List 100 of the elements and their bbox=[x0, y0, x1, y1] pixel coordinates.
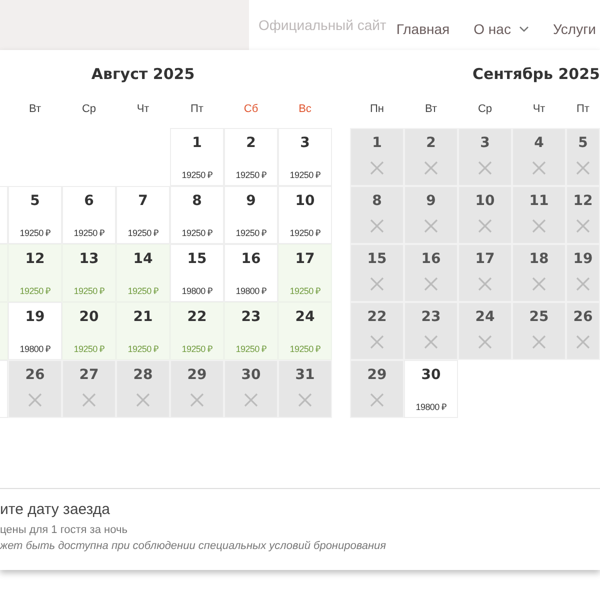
day-cell[interactable]: 15 19800 ₽ bbox=[170, 244, 224, 302]
day-number: 26 bbox=[25, 367, 45, 383]
day-number: 2 bbox=[426, 135, 436, 151]
cross-icon bbox=[478, 161, 492, 175]
day-number: 25 bbox=[529, 309, 549, 325]
day-number: 1 bbox=[192, 135, 202, 151]
day-cell[interactable]: 3 19250 ₽ bbox=[278, 128, 332, 186]
day-cell[interactable]: 30 19800 ₽ bbox=[404, 360, 458, 418]
day-price: 19250 ₽ bbox=[20, 227, 50, 239]
day-price: 19800 ₽ bbox=[182, 285, 212, 297]
day-cell[interactable]: 10 19250 ₽ bbox=[278, 186, 332, 244]
site-title: Официальный сайт bbox=[258, 17, 386, 33]
cross-icon bbox=[190, 393, 204, 407]
day-number: 22 bbox=[187, 309, 207, 325]
day-cell[interactable]: 7 19250 ₽ bbox=[116, 186, 170, 244]
cross-icon bbox=[478, 277, 492, 291]
day-number: 23 bbox=[241, 309, 261, 325]
cross-icon bbox=[576, 219, 590, 233]
day-number: 27 bbox=[79, 367, 99, 383]
cross-icon bbox=[576, 335, 590, 349]
weekday-label: Вт bbox=[424, 102, 438, 117]
day-number: 16 bbox=[421, 251, 441, 267]
day-cell[interactable]: 2 19250 ₽ bbox=[224, 128, 278, 186]
day-number: 8 bbox=[372, 193, 382, 209]
day-price: 19250 ₽ bbox=[128, 285, 158, 297]
day-number: 3 bbox=[480, 135, 490, 151]
cross-icon bbox=[136, 393, 150, 407]
day-price: 19250 ₽ bbox=[128, 227, 158, 239]
nav-link[interactable]: О нас bbox=[474, 21, 529, 37]
cross-icon bbox=[532, 161, 546, 175]
day-price: 19800 ₽ bbox=[416, 401, 446, 413]
day-cell[interactable]: 14 19250 ₽ bbox=[116, 244, 170, 302]
day-number: 16 bbox=[241, 251, 261, 267]
day-number: 1 bbox=[372, 135, 382, 151]
day-cell[interactable]: 17 19250 ₽ bbox=[278, 244, 332, 302]
day-price: 19250 ₽ bbox=[290, 169, 320, 181]
nav-link[interactable]: Услуги bbox=[552, 21, 596, 37]
day-cell[interactable]: 8 19250 ₽ bbox=[170, 186, 224, 244]
weekday-label: Ср bbox=[476, 102, 494, 117]
day-number: 9 bbox=[426, 193, 436, 209]
day-price: 19250 ₽ bbox=[74, 227, 104, 239]
day-number: 4 bbox=[534, 135, 544, 151]
cross-icon bbox=[28, 393, 42, 407]
day-number: 12 bbox=[573, 193, 593, 209]
day-cell[interactable]: 20 19250 ₽ bbox=[62, 302, 116, 360]
day-cell[interactable]: 9 19250 ₽ bbox=[224, 186, 278, 244]
day-cell[interactable]: 24 19250 ₽ bbox=[278, 302, 332, 360]
day-number: 15 bbox=[367, 251, 387, 267]
day-price: 19250 ₽ bbox=[74, 343, 104, 355]
nav-link[interactable]: Главная bbox=[396, 21, 450, 37]
day-number: 5 bbox=[578, 135, 588, 151]
day-price: 19250 ₽ bbox=[74, 285, 104, 297]
day-number: 22 bbox=[367, 309, 387, 325]
day-price: 19250 ₽ bbox=[290, 227, 320, 239]
day-price: 19250 ₽ bbox=[182, 169, 212, 181]
day-number: 3 bbox=[300, 135, 310, 151]
day-number: 17 bbox=[475, 251, 495, 267]
month-title: Август 2025 bbox=[90, 65, 196, 85]
cross-icon bbox=[424, 335, 438, 349]
month-title: Сентябрь 2025 bbox=[471, 65, 600, 85]
weekday-label: Вс bbox=[298, 102, 312, 117]
weekday-label: Чт bbox=[136, 102, 150, 117]
day-number: 24 bbox=[475, 309, 495, 325]
day-number: 17 bbox=[295, 251, 315, 267]
cross-icon bbox=[370, 277, 384, 291]
cross-icon bbox=[478, 335, 492, 349]
day-number: 11 bbox=[529, 193, 549, 209]
day-price: 19250 ₽ bbox=[236, 169, 266, 181]
day-cell[interactable]: 16 19800 ₽ bbox=[224, 244, 278, 302]
day-number: 28 bbox=[133, 367, 153, 383]
day-cell[interactable]: 6 19250 ₽ bbox=[62, 186, 116, 244]
day-number: 19 bbox=[573, 251, 593, 267]
cross-icon bbox=[370, 335, 384, 349]
day-cell[interactable]: 23 19250 ₽ bbox=[224, 302, 278, 360]
cross-icon bbox=[424, 219, 438, 233]
day-number: 7 bbox=[138, 193, 148, 209]
day-cell[interactable]: 5 19250 ₽ bbox=[8, 186, 62, 244]
cross-icon bbox=[532, 219, 546, 233]
day-number: 15 bbox=[187, 251, 207, 267]
day-price: 19250 ₽ bbox=[290, 343, 320, 355]
day-cell[interactable]: 12 19250 ₽ bbox=[8, 244, 62, 302]
day-price: 19250 ₽ bbox=[182, 227, 212, 239]
day-number: 29 bbox=[367, 367, 387, 383]
day-number: 30 bbox=[421, 367, 441, 383]
cross-icon bbox=[532, 335, 546, 349]
day-cell[interactable]: 1 19250 ₽ bbox=[170, 128, 224, 186]
day-number: 8 bbox=[192, 193, 202, 209]
day-cell[interactable]: 22 19250 ₽ bbox=[170, 302, 224, 360]
weekday-label: Пт bbox=[576, 102, 590, 117]
day-number: 21 bbox=[133, 309, 153, 325]
day-price: 19800 ₽ bbox=[236, 285, 266, 297]
day-number: 13 bbox=[79, 251, 99, 267]
day-cell[interactable]: 21 19250 ₽ bbox=[116, 302, 170, 360]
day-cell[interactable]: 19 19800 ₽ bbox=[8, 302, 62, 360]
day-cell[interactable]: 13 19250 ₽ bbox=[62, 244, 116, 302]
day-number: 14 bbox=[133, 251, 153, 267]
day-number: 5 bbox=[30, 193, 40, 209]
day-price: 19250 ₽ bbox=[128, 343, 158, 355]
weekday-label: Ср bbox=[80, 102, 98, 117]
cross-icon bbox=[532, 277, 546, 291]
